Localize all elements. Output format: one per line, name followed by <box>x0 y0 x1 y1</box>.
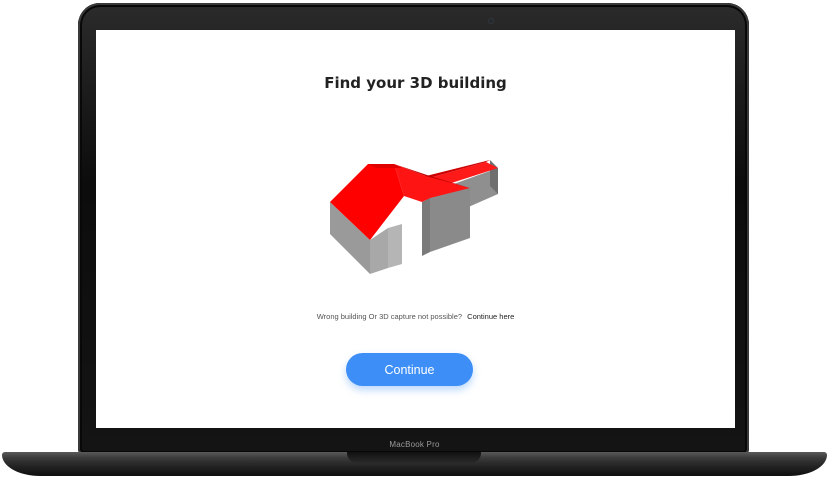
annex-wall-front <box>422 198 430 256</box>
laptop-notch <box>347 452 481 463</box>
page-title: Find your 3D building <box>324 74 507 92</box>
main-wall-gable <box>388 224 402 268</box>
app-screen: Find your 3D building Wrong building Or … <box>96 30 735 428</box>
building-3d-model <box>330 160 498 274</box>
hint-text: Wrong building Or 3D capture not possibl… <box>96 312 735 321</box>
hint-label: Wrong building Or 3D capture not possibl… <box>316 312 463 321</box>
camera-icon <box>488 18 494 24</box>
continue-button[interactable]: Continue <box>346 353 473 386</box>
annex-wall-side <box>430 188 470 252</box>
continue-here-link[interactable]: Continue here <box>467 312 514 321</box>
device-label: MacBook Pro <box>389 440 440 449</box>
